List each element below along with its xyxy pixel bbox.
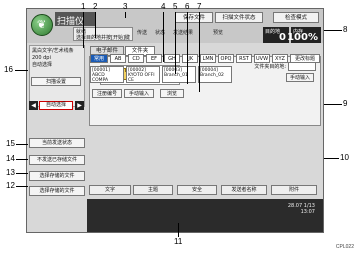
card-line: Branch_02 — [200, 73, 224, 78]
index-ab[interactable]: AB — [110, 54, 126, 63]
manual-input-button[interactable]: 手动输入 — [124, 89, 154, 98]
leader-line — [175, 12, 176, 74]
callout-11: 11 — [174, 237, 183, 246]
tab-text[interactable]: 文字 — [89, 185, 131, 195]
callout-9: 9 — [343, 99, 348, 108]
callout-7: 7 — [197, 2, 202, 11]
tab-sender-name[interactable]: 发送者名称 — [221, 185, 267, 195]
card-line: Branch_01 — [164, 73, 188, 78]
callout-2: 2 — [93, 2, 98, 11]
check-mode-button[interactable]: 检查模式 — [273, 12, 319, 23]
summary-line: 自动选择 — [32, 62, 53, 68]
index-opq[interactable]: OPQ — [218, 54, 234, 63]
scan-settings-button[interactable]: 扫描设置 — [31, 77, 81, 86]
screen-title: 扫描仪 — [57, 17, 85, 27]
leader-line — [15, 70, 28, 71]
date-time: 28.07 1/13 13:07 — [288, 203, 315, 215]
leader-line — [324, 30, 342, 31]
select-stored-file-button-2[interactable]: 选择存储的文件 — [29, 186, 85, 196]
auto-select-button[interactable]: 自动选择 — [39, 101, 73, 110]
callout-16: 16 — [4, 65, 13, 74]
leader-line — [16, 173, 28, 174]
destination-card[interactable]: [00003] Branch_01 — [162, 66, 196, 83]
callout-10: 10 — [340, 153, 349, 162]
tab-attachment[interactable]: 附件 — [271, 185, 317, 195]
leader-line — [324, 158, 339, 159]
bottom-status-bar: 28.07 1/13 13:07 — [87, 199, 323, 232]
scan-settings-summary: 黑白文字/艺术线条 200 dpi 自动选择 — [29, 45, 85, 107]
scanner-logo: ❦ — [31, 14, 53, 36]
ready-message: 就绪 选择目的地并按[开始]键 — [73, 27, 133, 41]
current-send-status-button[interactable]: 当前发送状态 — [29, 138, 85, 148]
callout-5: 5 — [173, 2, 178, 11]
leader-line — [125, 12, 126, 18]
index-xyz[interactable]: XYZ — [272, 54, 288, 63]
registered-label: 文件夹目的地: — [254, 64, 286, 70]
logo-glyph: ❦ — [37, 18, 47, 31]
skip-stored-file-button[interactable]: 不发送已存储文件 — [29, 155, 85, 165]
index-ef[interactable]: EF — [146, 54, 162, 63]
manual-entry-button[interactable]: 手动输入 — [286, 73, 314, 82]
next-arrow-icon[interactable]: ▶ — [75, 101, 84, 110]
callout-6: 6 — [185, 2, 190, 11]
leader-line — [324, 104, 342, 105]
destination-card[interactable]: [00001] ABCD COMPA NY — [90, 66, 124, 83]
callout-14: 14 — [6, 154, 15, 163]
index-gh[interactable]: GH — [164, 54, 180, 63]
tab-subject[interactable]: 主题 — [133, 185, 173, 195]
ready-line: 选择目的地并按[开始]键 — [76, 35, 130, 41]
callout-1: 1 — [81, 2, 86, 11]
summary-line: 200 dpi — [32, 55, 51, 61]
leader-line — [187, 12, 188, 84]
callout-12: 12 — [6, 181, 15, 190]
figure-code: CPL022 — [335, 244, 354, 250]
memory-status: 内存 100% — [287, 27, 321, 43]
card-line: CE — [128, 78, 134, 83]
leader-line — [16, 186, 28, 187]
destination-card[interactable]: [00004] Branch_02 — [198, 66, 232, 83]
register-number-button[interactable]: 注册编号 — [92, 89, 122, 98]
index-common[interactable]: 常用 — [90, 54, 108, 63]
callout-4: 4 — [161, 2, 166, 11]
leader-line — [178, 223, 179, 237]
previous-arrow-icon[interactable]: ◀ — [29, 101, 38, 110]
memory-value: 100% — [287, 32, 318, 43]
browse-button[interactable]: 浏览 — [160, 89, 184, 98]
time-text: 13:07 — [300, 209, 315, 215]
leader-line — [163, 12, 164, 62]
change-title-button[interactable]: 更改标题 — [290, 54, 320, 63]
destination-label: 目的地 — [265, 29, 281, 35]
index-lmn[interactable]: LMN — [200, 54, 216, 63]
tab-security[interactable]: 安全 — [177, 185, 217, 195]
registered-number-input[interactable] — [288, 62, 316, 71]
leader-line — [16, 159, 28, 160]
status-preview[interactable]: 预览 — [213, 27, 233, 39]
select-stored-file-button[interactable]: 选择存储的文件 — [29, 171, 85, 181]
leader-line — [199, 12, 200, 92]
scan-status-button[interactable]: 扫描文件状态 — [215, 12, 263, 23]
save-file-button[interactable]: 保存文件 — [175, 12, 213, 23]
callout-3: 3 — [123, 2, 128, 11]
index-cd[interactable]: CD — [128, 54, 144, 63]
destination-value: 0 — [279, 32, 286, 43]
leader-line — [16, 144, 28, 145]
index-rst[interactable]: RST — [236, 54, 252, 63]
summary-line: 黑白文字/艺术线条 — [32, 48, 74, 54]
destination-count: 目的地 0 — [263, 27, 289, 43]
leader-line — [83, 12, 84, 48]
destination-card[interactable]: [00002] KYOTO OFFI CE — [126, 66, 160, 83]
card-line: ABCD COMPA — [92, 73, 109, 83]
leader-line — [95, 12, 96, 38]
status-transfer[interactable]: 传送 — [137, 27, 157, 39]
callout-8: 8 — [343, 25, 348, 34]
callout-13: 13 — [6, 168, 15, 177]
index-uvw[interactable]: UVW — [254, 54, 270, 63]
index-ijk[interactable]: IJK — [182, 54, 198, 63]
callout-15: 15 — [6, 139, 15, 148]
